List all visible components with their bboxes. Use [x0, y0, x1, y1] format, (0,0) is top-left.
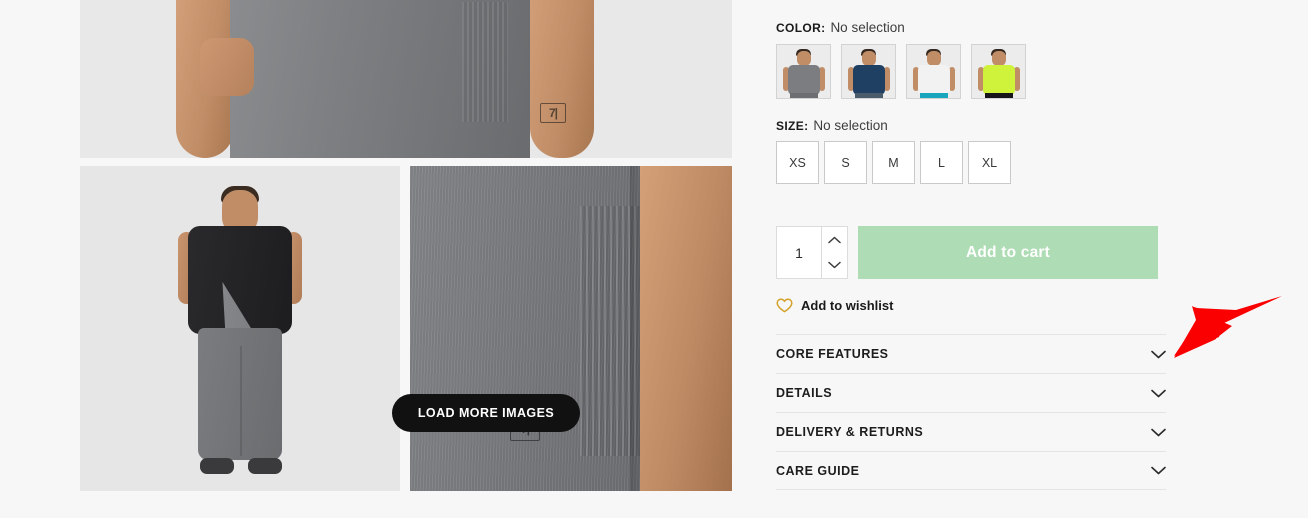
quantity-stepper[interactable]: 1 [776, 226, 848, 279]
size-button-m[interactable]: M [872, 141, 915, 184]
swatch-shirt [982, 65, 1015, 95]
color-swatch-white[interactable] [906, 44, 961, 99]
swatch-head [861, 51, 876, 66]
size-option-list: XS S M L XL [776, 141, 1011, 184]
product-page: 7| 7| LOAD MORE IMAGES COLOR: N [0, 0, 1308, 518]
quantity-decrease-button[interactable] [822, 253, 847, 279]
swatch-head [796, 51, 811, 66]
size-option-header: SIZE: No selection [776, 118, 888, 133]
swatch-bottom [984, 93, 1013, 98]
accordion-row-details[interactable]: DETAILS [776, 373, 1166, 412]
chevron-down-icon [1151, 466, 1166, 475]
load-more-images-button[interactable]: LOAD MORE IMAGES [392, 394, 580, 432]
model-joggers [198, 328, 282, 460]
accordion-title: DETAILS [776, 386, 833, 400]
quantity-increase-button[interactable] [822, 227, 847, 253]
brand-logo-patch: 7| [540, 103, 566, 123]
swatch-head [991, 51, 1006, 66]
swatch-bottom [789, 93, 818, 98]
quantity-input[interactable]: 1 [777, 227, 821, 278]
chevron-down-icon [1151, 389, 1166, 397]
model-right-shoe [248, 458, 282, 474]
accordion-row-care-guide[interactable]: CARE GUIDE [776, 451, 1166, 490]
purchase-row: 1 Add to cart [776, 226, 1158, 279]
accordion-title: CARE GUIDE [776, 463, 860, 478]
hero-right-arm [530, 0, 594, 158]
product-gallery: 7| 7| LOAD MORE IMAGES [80, 0, 732, 491]
wishlist-label: Add to wishlist [801, 298, 894, 313]
size-button-xl[interactable]: XL [968, 141, 1011, 184]
color-swatch-list [776, 44, 1026, 99]
quantity-stepper-buttons [821, 227, 847, 278]
chevron-down-icon [828, 262, 841, 269]
gallery-image-hero[interactable]: 7| [80, 0, 732, 158]
gallery-image-detail[interactable]: 7| [410, 166, 732, 491]
accordion-title: DELIVERY & RETURNS [776, 425, 924, 439]
swatch-shirt [917, 65, 950, 95]
add-to-cart-button[interactable]: Add to cart [858, 226, 1158, 279]
accordion-title: CORE FEATURES [776, 347, 889, 361]
color-swatch-grey[interactable] [776, 44, 831, 99]
color-option-header: COLOR: No selection [776, 20, 905, 35]
detail-arm [640, 166, 732, 491]
swatch-head [926, 51, 941, 66]
hero-hand [200, 38, 254, 96]
add-to-wishlist-button[interactable]: Add to wishlist [776, 298, 893, 313]
swatch-bottom [854, 93, 883, 98]
hero-tshirt [230, 0, 530, 158]
color-label: COLOR: [776, 21, 826, 35]
size-label: SIZE: [776, 119, 809, 133]
size-button-xs[interactable]: XS [776, 141, 819, 184]
chevron-down-icon [1151, 350, 1166, 358]
product-info-accordion: CORE FEATURES DETAILS DELIVERY & RETURNS… [776, 334, 1166, 490]
size-button-s[interactable]: S [824, 141, 867, 184]
swatch-shirt [787, 65, 820, 95]
chevron-down-icon [1151, 428, 1166, 436]
heart-icon [776, 298, 793, 313]
swatch-shirt [852, 65, 885, 95]
accordion-row-core-features[interactable]: CORE FEATURES [776, 334, 1166, 373]
size-button-l[interactable]: L [920, 141, 963, 184]
chevron-up-icon [828, 236, 841, 243]
size-selected-value: No selection [813, 118, 888, 133]
color-selected-value: No selection [830, 20, 905, 35]
accordion-row-delivery-returns[interactable]: DELIVERY & RETURNS [776, 412, 1166, 451]
color-swatch-navy[interactable] [841, 44, 896, 99]
red-pointer-arrow [1174, 296, 1282, 358]
swatch-bottom [919, 93, 948, 98]
model-left-shoe [200, 458, 234, 474]
gallery-image-model[interactable] [80, 166, 400, 491]
color-swatch-lime[interactable] [971, 44, 1026, 99]
